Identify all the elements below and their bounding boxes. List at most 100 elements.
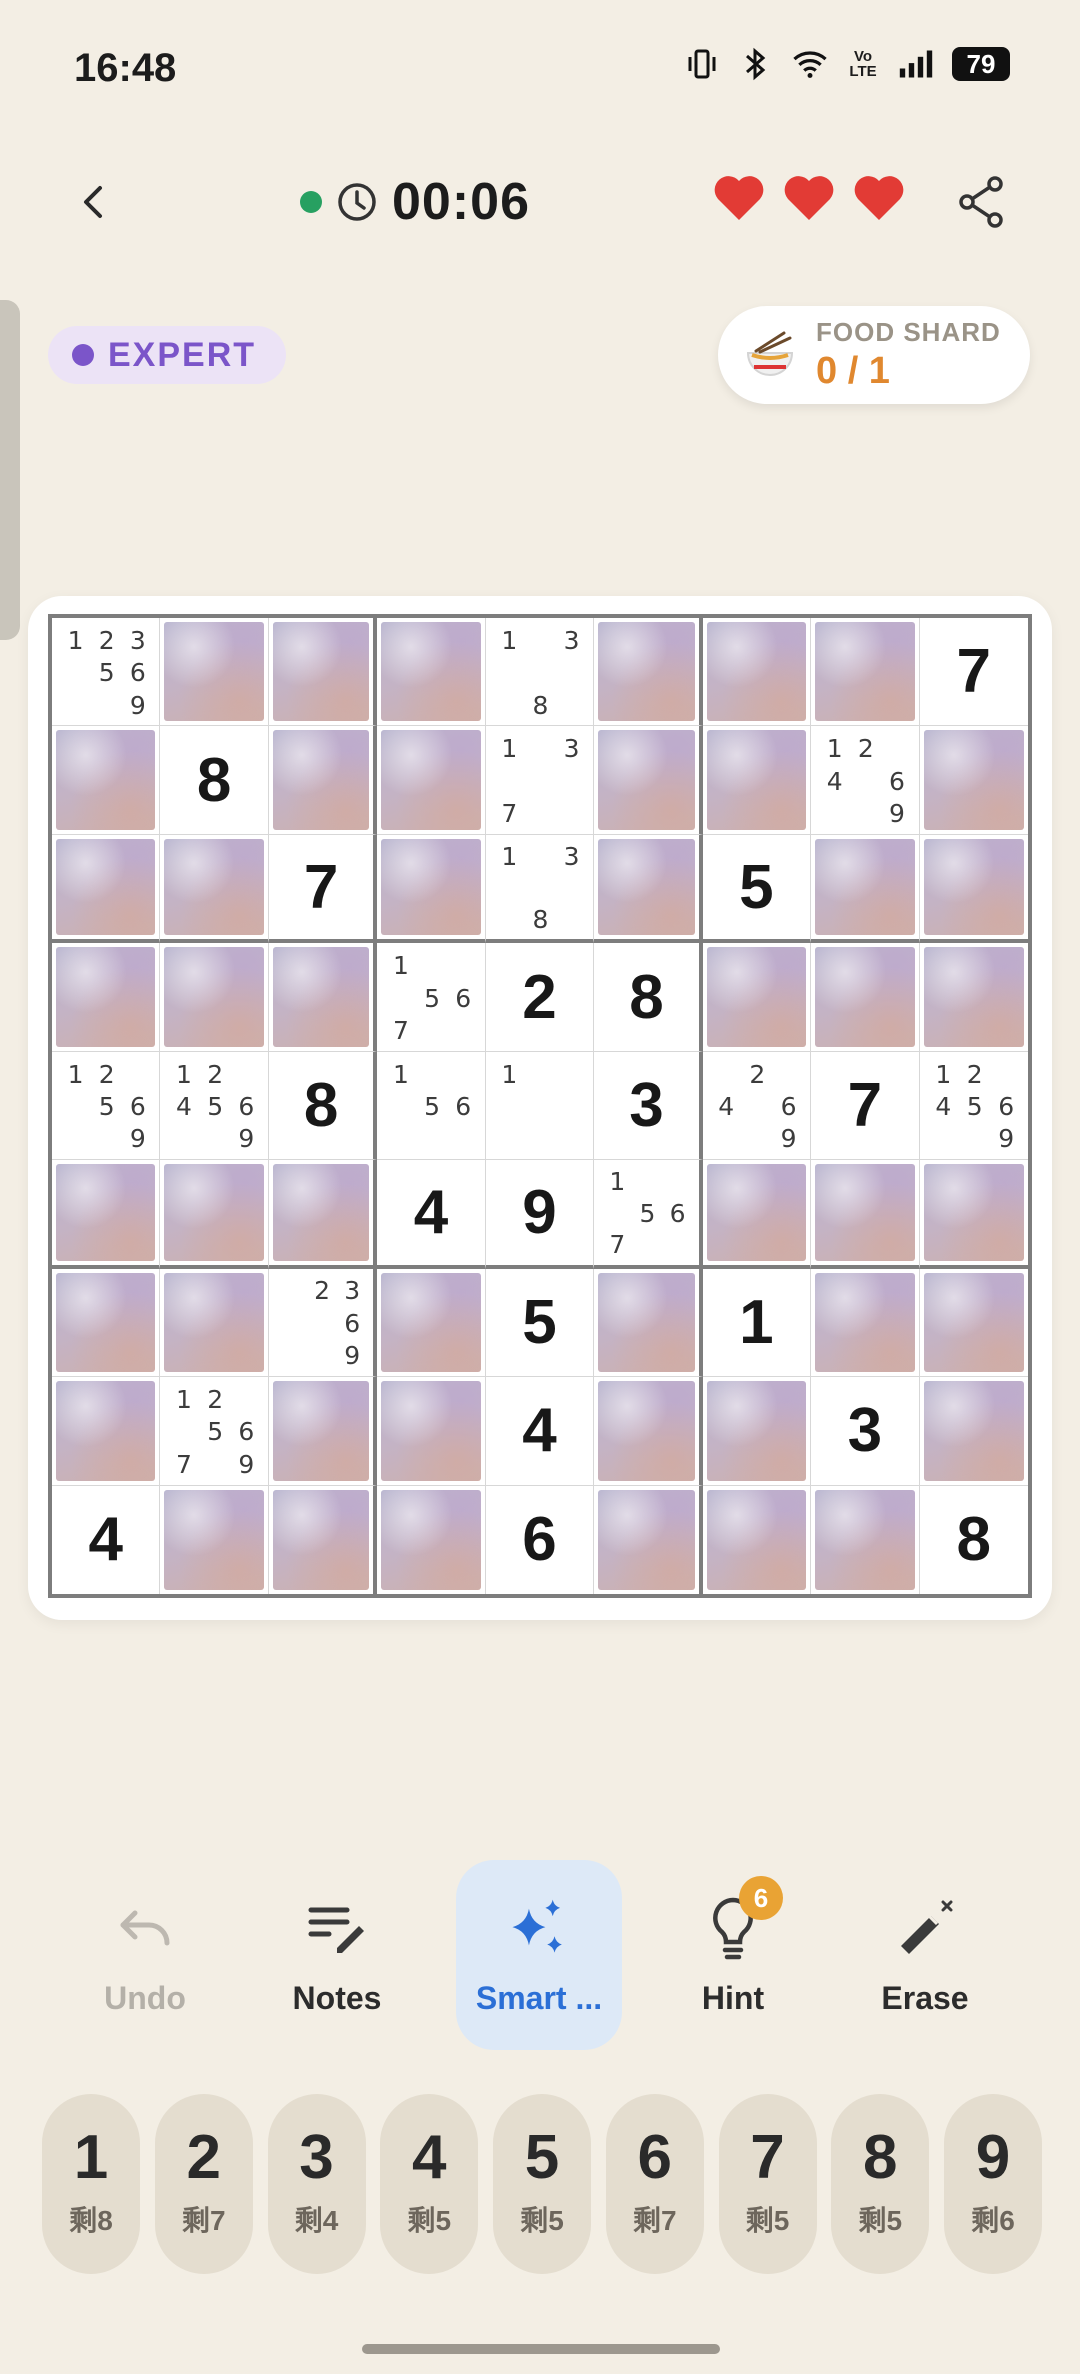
number-key-7[interactable]: 7 剩5 — [718, 2094, 817, 2274]
board-cell[interactable] — [811, 1268, 920, 1378]
board-cell[interactable] — [160, 1268, 269, 1378]
board-cell[interactable]: 4 — [377, 1160, 486, 1269]
board-cell[interactable] — [811, 1160, 920, 1269]
board-cell[interactable] — [919, 1160, 1028, 1269]
board-cell[interactable] — [268, 618, 378, 727]
board-cell[interactable]: 3 — [811, 1377, 920, 1486]
board-cell[interactable] — [919, 726, 1028, 835]
board-cell[interactable] — [702, 618, 812, 727]
board-cell[interactable] — [377, 834, 486, 944]
board-cell[interactable]: 1567 — [377, 943, 486, 1052]
board-cell[interactable] — [594, 1377, 703, 1486]
board-cell[interactable] — [919, 1377, 1028, 1486]
board-cell[interactable] — [160, 834, 269, 944]
board-cell[interactable]: 1 3 7 — [485, 726, 595, 835]
board-cell[interactable]: 8 — [160, 726, 269, 835]
number-key-3[interactable]: 3 剩4 — [267, 2094, 366, 2274]
board-cell[interactable] — [702, 1160, 812, 1269]
number-key-6[interactable]: 6 剩7 — [605, 2094, 704, 2274]
number-key-4[interactable]: 4 剩5 — [380, 2094, 479, 2274]
timer[interactable]: 00:06 — [300, 170, 530, 234]
board-cell[interactable] — [52, 726, 161, 835]
board-cell[interactable] — [811, 1485, 920, 1594]
board-cell[interactable] — [268, 943, 378, 1052]
board-cell[interactable] — [919, 835, 1028, 944]
board-cell[interactable] — [268, 726, 378, 835]
number-key-9[interactable]: 9 剩6 — [944, 2094, 1042, 2274]
board-cell[interactable]: 4 — [52, 1485, 161, 1594]
board-cell[interactable] — [268, 1377, 378, 1486]
board-cell[interactable]: 124569 — [919, 1052, 1028, 1161]
board-cell[interactable]: 1567 — [594, 1160, 703, 1269]
board-cell[interactable]: 1256 7 9 — [160, 1377, 269, 1486]
hint-button[interactable]: 6 Hint — [648, 1860, 818, 2050]
share-button[interactable] — [950, 170, 1014, 234]
board-cell[interactable]: 12569 — [52, 1051, 161, 1161]
board-cell[interactable]: 7 — [919, 618, 1028, 727]
board-cell[interactable]: 1 — [702, 1268, 812, 1378]
board-cell[interactable] — [52, 943, 161, 1052]
board-cell[interactable] — [702, 943, 812, 1052]
board-cell[interactable]: 7 — [268, 834, 378, 944]
board-cell[interactable] — [594, 726, 703, 835]
board-cell[interactable] — [377, 618, 486, 727]
board-cell[interactable]: 124569 — [160, 1051, 269, 1161]
board-cell[interactable]: 8 — [594, 943, 703, 1052]
board-cell[interactable] — [594, 834, 703, 944]
board-cell[interactable]: 1 — [485, 1051, 595, 1161]
board-cell[interactable]: 5 — [702, 834, 812, 944]
number-key-5[interactable]: 5 剩5 — [493, 2094, 591, 2274]
board-cell[interactable] — [52, 1377, 161, 1486]
board-cell[interactable]: 1 3 8 — [485, 834, 595, 944]
board-cell[interactable] — [377, 1485, 486, 1594]
board-cell[interactable]: 2 — [485, 943, 595, 1052]
board-cell[interactable] — [160, 618, 269, 727]
board-cell[interactable]: 9 — [485, 1160, 595, 1269]
board-cell[interactable]: 3 — [594, 1051, 703, 1161]
board-cell[interactable] — [52, 1160, 161, 1269]
board-cell[interactable]: 7 — [811, 1051, 920, 1161]
board-cell[interactable]: 1 3 8 — [485, 618, 595, 727]
board-cell[interactable] — [919, 1269, 1028, 1378]
board-cell[interactable]: 123569 — [52, 618, 161, 727]
food-shard-card[interactable]: FOOD SHARD 0 / 1 — [718, 306, 1030, 404]
board-cell[interactable]: 4 — [485, 1377, 595, 1486]
board-cell[interactable] — [160, 1485, 269, 1594]
board-cell[interactable] — [52, 834, 161, 944]
board-cell[interactable]: 8 — [268, 1051, 378, 1161]
board-cell[interactable] — [594, 1485, 703, 1594]
number-key-1[interactable]: 1 剩8 — [42, 2094, 140, 2274]
erase-button[interactable]: Erase — [840, 1860, 1010, 2050]
board-cell[interactable] — [160, 943, 269, 1052]
board-cell[interactable] — [811, 618, 920, 727]
board-cell[interactable] — [703, 1485, 812, 1594]
board-cell[interactable] — [594, 618, 703, 727]
number-key-8[interactable]: 8 剩5 — [831, 2094, 930, 2274]
board-cell[interactable] — [269, 1485, 378, 1594]
board-cell[interactable] — [52, 1268, 161, 1378]
back-button[interactable] — [62, 170, 126, 234]
board-cell[interactable] — [919, 943, 1028, 1052]
board-cell[interactable]: 8 — [920, 1486, 1028, 1594]
side-drawer-handle[interactable] — [0, 300, 20, 640]
board-cell[interactable] — [268, 1160, 378, 1269]
board-cell[interactable] — [160, 1160, 269, 1269]
board-cell[interactable] — [702, 726, 812, 835]
board-cell[interactable] — [377, 726, 486, 835]
board-cell[interactable] — [377, 1377, 486, 1486]
board-cell[interactable] — [811, 943, 920, 1052]
number-key-2[interactable]: 2 剩7 — [154, 2094, 253, 2274]
board-cell[interactable]: 2369 — [268, 1268, 378, 1378]
board-cell[interactable]: 156 — [377, 1051, 486, 1161]
board-cell[interactable]: 24 69 — [702, 1051, 812, 1161]
board-cell[interactable]: 124 69 — [811, 726, 920, 835]
undo-button[interactable]: Undo — [60, 1860, 230, 2050]
board-cell[interactable] — [377, 1268, 486, 1378]
board-cell[interactable]: 5 — [485, 1268, 595, 1378]
board-cell[interactable] — [594, 1268, 703, 1378]
smart-button[interactable]: Smart ... — [456, 1860, 622, 2050]
board-cell[interactable]: 6 — [486, 1485, 595, 1594]
notes-button[interactable]: Notes — [252, 1860, 422, 2050]
home-indicator[interactable] — [362, 2344, 720, 2354]
board-cell[interactable] — [811, 834, 920, 944]
